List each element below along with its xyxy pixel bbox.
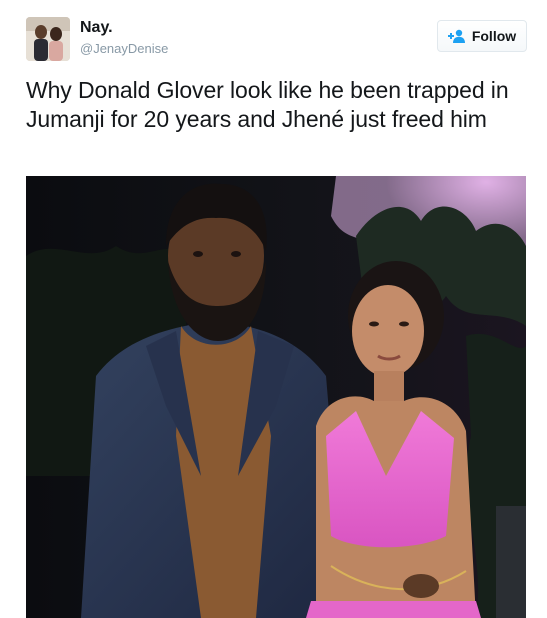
avatar-image: [26, 17, 70, 61]
avatar[interactable]: [26, 17, 70, 61]
user-handle[interactable]: @JenayDenise: [80, 41, 168, 56]
photo-illustration: [26, 176, 526, 618]
follow-button[interactable]: Follow: [437, 20, 527, 52]
display-name[interactable]: Nay.: [80, 19, 113, 37]
add-user-icon: [447, 29, 466, 43]
tweet-header: Nay. @JenayDenise Follow: [0, 0, 547, 70]
tweet-photo[interactable]: [26, 176, 526, 618]
tweet-text: Why Donald Glover look like he been trap…: [26, 77, 509, 132]
follow-button-label: Follow: [471, 28, 517, 44]
